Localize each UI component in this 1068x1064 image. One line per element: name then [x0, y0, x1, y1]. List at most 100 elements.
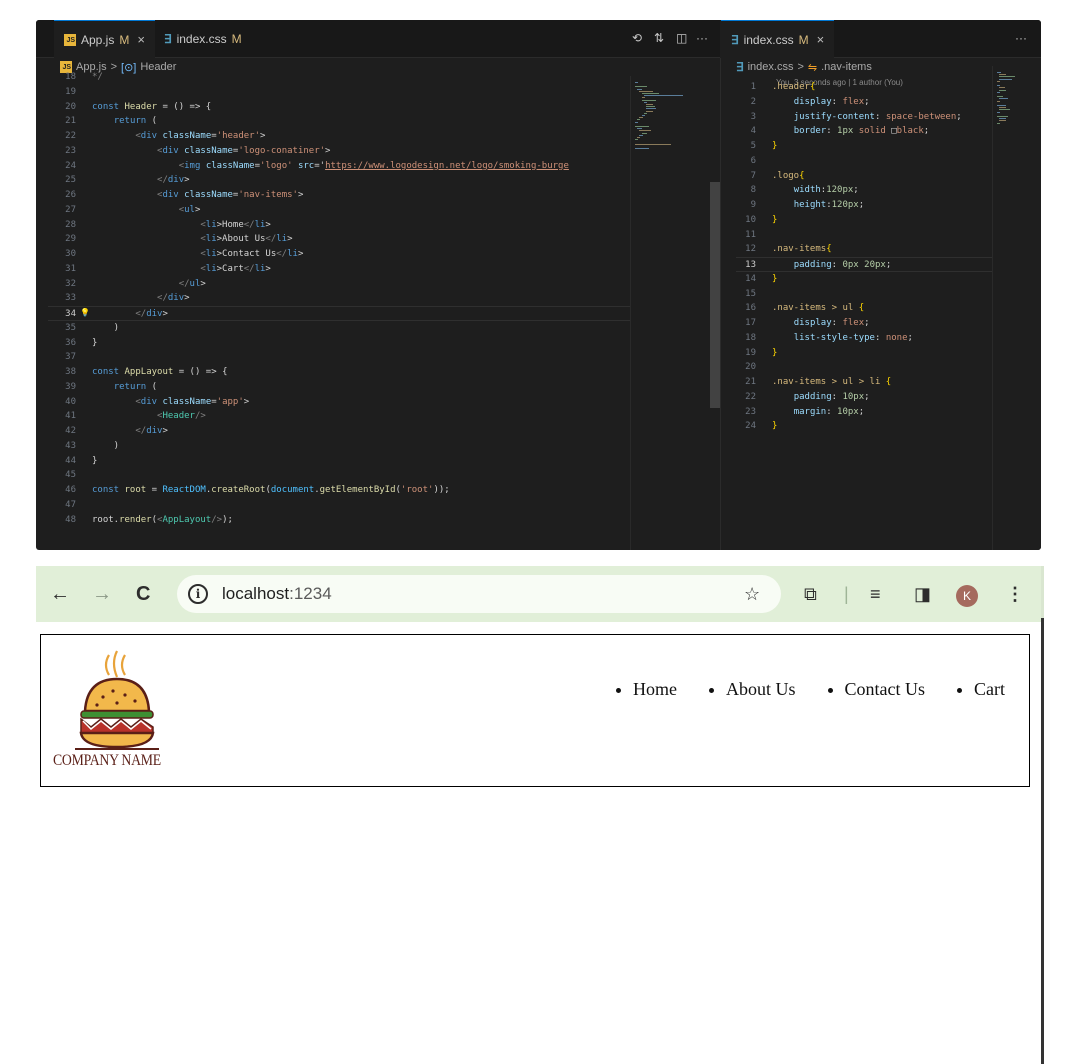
code-line[interactable]: 45: [48, 468, 630, 483]
code-text[interactable]: <Header/>: [92, 409, 206, 424]
line-number[interactable]: 43: [48, 439, 76, 454]
kebab-menu-icon[interactable]: ⋮: [1006, 580, 1024, 608]
code-line[interactable]: 24 <img className='logo' src='https://ww…: [48, 159, 630, 174]
code-line[interactable]: 35 ): [48, 321, 630, 336]
code-text[interactable]: list-style-type: none;: [772, 331, 913, 346]
line-number[interactable]: 23: [48, 144, 76, 159]
close-tab-icon[interactable]: ×: [817, 32, 825, 47]
code-line[interactable]: 40 <div className='app'>: [48, 395, 630, 410]
code-text[interactable]: <div className='header'>: [92, 129, 265, 144]
code-line[interactable]: 36}: [48, 336, 630, 351]
code-line[interactable]: 7 .logo{: [736, 169, 992, 184]
line-number[interactable]: 27: [48, 203, 76, 218]
line-number[interactable]: 22: [48, 129, 76, 144]
code-line[interactable]: 16 .nav-items > ul {: [736, 301, 992, 316]
line-number[interactable]: 8: [736, 183, 756, 198]
nav-item-about-us[interactable]: About Us: [726, 679, 796, 700]
line-number[interactable]: 39: [48, 380, 76, 395]
code-line[interactable]: 38 const AppLayout = () => {: [48, 365, 630, 380]
code-text[interactable]: }: [772, 419, 777, 434]
code-text[interactable]: </ul>: [92, 277, 206, 292]
line-number[interactable]: 22: [736, 390, 756, 405]
code-text[interactable]: }: [772, 272, 777, 287]
code-text[interactable]: <div className='app'>: [92, 395, 249, 410]
code-line[interactable]: 42 </div>: [48, 424, 630, 439]
code-text[interactable]: ): [92, 439, 119, 454]
tab-app-js[interactable]: JS App.js M ×: [54, 20, 155, 58]
code-text[interactable]: height:120px;: [772, 198, 864, 213]
code-line[interactable]: 29 <li>About Us</li>: [48, 232, 630, 247]
code-text[interactable]: <li>Home</li>: [92, 218, 270, 233]
line-number[interactable]: 36: [48, 336, 76, 351]
line-number[interactable]: 46: [48, 483, 76, 498]
scrollbar-left[interactable]: [710, 182, 720, 408]
code-line[interactable]: 26 <div className='nav-items'>: [48, 188, 630, 203]
line-number[interactable]: 18: [48, 70, 76, 85]
code-text[interactable]: */: [92, 70, 103, 85]
nav-item-contact-us[interactable]: Contact Us: [845, 679, 926, 700]
code-line[interactable]: 14}: [736, 272, 992, 287]
code-line[interactable]: 17 display: flex;: [736, 316, 992, 331]
line-number[interactable]: 1: [736, 80, 756, 95]
line-number[interactable]: 7: [736, 169, 756, 184]
editor-split-divider[interactable]: [720, 58, 721, 550]
code-text[interactable]: <li>Contact Us</li>: [92, 247, 303, 262]
line-number[interactable]: 4: [736, 124, 756, 139]
code-text[interactable]: justify-content: space-between;: [772, 110, 962, 125]
line-number[interactable]: 3: [736, 110, 756, 125]
code-editor-index-css[interactable]: 1 .header{2 display: flex; 3 justify-conte…: [736, 80, 992, 550]
code-text[interactable]: .header{: [772, 80, 815, 95]
line-number[interactable]: 29: [48, 232, 76, 247]
code-line[interactable]: 19}: [736, 346, 992, 361]
url-text[interactable]: localhost:1234: [222, 584, 332, 604]
address-bar[interactable]: i localhost:1234: [177, 575, 781, 613]
code-line[interactable]: 10}: [736, 213, 992, 228]
line-number[interactable]: 21: [736, 375, 756, 390]
line-number[interactable]: 21: [48, 114, 76, 129]
code-editor-app-js[interactable]: 18 */19 20 const Header = () => {21 return …: [48, 70, 630, 550]
code-text[interactable]: <img className='logo' src='https://www.l…: [92, 159, 569, 174]
line-number[interactable]: 20: [736, 360, 756, 375]
code-line[interactable]: 21 .nav-items > ul > li {: [736, 375, 992, 390]
code-text[interactable]: .nav-items{: [772, 242, 832, 257]
line-number[interactable]: 24: [736, 419, 756, 434]
code-line[interactable]: 43 ): [48, 439, 630, 454]
profile-avatar[interactable]: K: [956, 585, 978, 607]
code-line[interactable]: 2 display: flex;: [736, 95, 992, 110]
reading-list-icon[interactable]: ≡: [870, 580, 881, 608]
line-number[interactable]: 48: [48, 513, 76, 528]
line-number[interactable]: 42: [48, 424, 76, 439]
side-panel-icon[interactable]: ◨: [914, 580, 931, 608]
code-line[interactable]: 33 </div>: [48, 291, 630, 306]
code-line[interactable]: 19: [48, 85, 630, 100]
code-line[interactable]: 8 width:120px;: [736, 183, 992, 198]
code-text[interactable]: root.render(<AppLayout/>);: [92, 513, 233, 528]
line-number[interactable]: 28: [48, 218, 76, 233]
code-line[interactable]: 13 padding: 0px 20px;: [736, 257, 992, 272]
code-line[interactable]: 22 <div className='header'>: [48, 129, 630, 144]
line-number[interactable]: 12: [736, 242, 756, 257]
more-actions-icon[interactable]: ···: [696, 31, 708, 45]
code-text[interactable]: const Header = () => {: [92, 100, 211, 115]
line-number[interactable]: 19: [48, 85, 76, 100]
code-line[interactable]: 18 */: [48, 70, 630, 85]
code-line[interactable]: 31 <li>Cart</li>: [48, 262, 630, 277]
line-number[interactable]: 33: [48, 291, 76, 306]
line-number[interactable]: 30: [48, 247, 76, 262]
code-line[interactable]: 41 <Header/>: [48, 409, 630, 424]
code-text[interactable]: display: flex;: [772, 316, 870, 331]
code-text[interactable]: </div>: [92, 307, 168, 322]
line-number[interactable]: 44: [48, 454, 76, 469]
tab-index-css[interactable]: ∃ index.css M: [154, 20, 252, 58]
code-line[interactable]: 28 <li>Home</li>: [48, 218, 630, 233]
code-line[interactable]: 11: [736, 228, 992, 243]
line-number[interactable]: 24: [48, 159, 76, 174]
code-text[interactable]: .logo{: [772, 169, 805, 184]
line-number[interactable]: 10: [736, 213, 756, 228]
code-text[interactable]: </div>: [92, 291, 190, 306]
close-tab-icon[interactable]: ×: [137, 32, 145, 47]
minimap-left[interactable]: [630, 76, 710, 550]
code-line[interactable]: 23 margin: 10px;: [736, 405, 992, 420]
code-line[interactable]: 46 const root = ReactDOM.createRoot(docum…: [48, 483, 630, 498]
code-text[interactable]: }: [772, 213, 777, 228]
